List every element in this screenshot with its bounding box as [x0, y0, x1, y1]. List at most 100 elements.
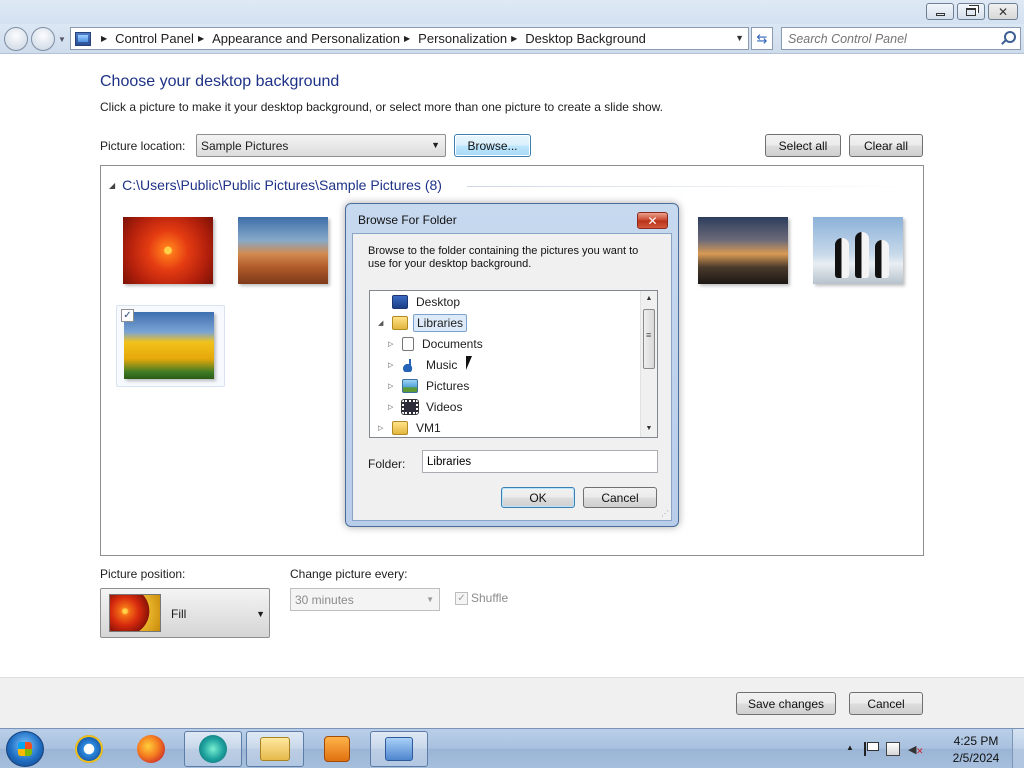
picture-checkbox-tulips[interactable]: ✓ [121, 309, 134, 322]
internet-explorer-icon [75, 735, 103, 763]
picture-position-dropdown[interactable]: Fill ▼ [100, 588, 270, 638]
folder-tree[interactable]: Desktop ◢ Libraries ▷ Documents ▷ Music … [369, 290, 658, 438]
folder-label: Folder: [368, 457, 406, 471]
tree-expand-icon[interactable]: ▷ [388, 403, 398, 411]
tree-expand-icon[interactable]: ▷ [388, 361, 398, 369]
clear-all-button[interactable]: Clear all [849, 134, 923, 157]
dropdown-arrow-icon: ▼ [431, 140, 440, 150]
control-panel-icon [75, 31, 91, 46]
picture-group-header[interactable]: ◢ C:\Users\Public\Public Pictures\Sample… [109, 177, 442, 193]
start-button[interactable] [6, 731, 44, 767]
tree-item-pictures[interactable]: ▷ Pictures [388, 376, 472, 396]
picture-position-label: Picture position: [100, 567, 186, 581]
tree-expand-icon[interactable]: ▷ [378, 424, 388, 432]
taskbar-firefox[interactable] [122, 731, 180, 767]
breadcrumb-separator-icon[interactable]: ▶ [404, 34, 410, 43]
clock-time[interactable]: 4:25 PM [944, 734, 1008, 748]
restore-button[interactable] [957, 3, 985, 20]
back-button[interactable] [4, 27, 28, 51]
change-picture-interval-dropdown[interactable]: 30 minutes ▼ [290, 588, 440, 611]
picture-thumbnail-desert[interactable] [238, 217, 328, 284]
tree-item-documents[interactable]: ▷ Documents [388, 334, 486, 354]
tree-item-music[interactable]: ▷ Music [388, 355, 460, 375]
show-hidden-icons-icon[interactable]: ▲ [846, 743, 854, 752]
tree-expand-icon[interactable]: ▷ [388, 340, 398, 348]
libraries-folder-icon [392, 316, 408, 330]
taskbar-app[interactable] [184, 731, 242, 767]
tree-item-vm1[interactable]: ▷ VM1 [378, 418, 444, 437]
address-history-dropdown-icon[interactable]: ▼ [735, 33, 744, 43]
folder-icon [260, 737, 290, 761]
save-changes-button[interactable]: Save changes [736, 692, 836, 715]
show-desktop-button[interactable] [1012, 729, 1024, 768]
dialog-cancel-button[interactable]: Cancel [583, 487, 657, 508]
picture-thumbnail-lighthouse[interactable] [698, 217, 788, 284]
restore-icon [966, 7, 976, 16]
cancel-button[interactable]: Cancel [849, 692, 923, 715]
picture-location-dropdown[interactable]: Sample Pictures ▼ [196, 134, 446, 157]
network-icon[interactable] [886, 742, 900, 756]
ok-button[interactable]: OK [501, 487, 575, 508]
scroll-down-arrow-icon[interactable]: ▼ [641, 421, 657, 437]
search-input[interactable] [788, 31, 1002, 46]
picture-thumbnail-chrysanthemum[interactable] [123, 217, 213, 284]
breadcrumb-appearance[interactable]: Appearance and Personalization [212, 31, 400, 46]
minimize-button[interactable] [926, 3, 954, 20]
dialog-title: Browse For Folder [358, 213, 457, 227]
music-note-icon [402, 358, 418, 372]
shuffle-label: Shuffle [471, 591, 509, 605]
breadcrumb-personalization[interactable]: Personalization [418, 31, 507, 46]
taskbar-internet-explorer[interactable] [60, 731, 118, 767]
taskbar-media-player[interactable] [308, 731, 366, 767]
breadcrumb-control-panel[interactable]: Control Panel [115, 31, 194, 46]
refresh-button[interactable]: ⇆ [751, 27, 773, 50]
close-window-button[interactable]: ✕ [988, 3, 1018, 20]
tree-item-desktop[interactable]: Desktop [378, 292, 463, 312]
taskbar-windows-explorer[interactable] [246, 731, 304, 767]
tree-collapse-icon[interactable]: ◢ [378, 319, 388, 327]
picture-group-path: C:\Users\Public\Public Pictures\Sample P… [122, 177, 442, 193]
dialog-close-button[interactable]: ✕ [637, 212, 668, 229]
picture-cell-tulips[interactable]: ✓ [116, 305, 225, 387]
dropdown-arrow-icon: ▼ [256, 609, 265, 619]
tree-item-libraries[interactable]: ◢ Libraries [378, 313, 468, 333]
action-center-flag-icon[interactable] [864, 742, 879, 756]
shuffle-checkbox[interactable]: ✓ [455, 592, 468, 605]
tree-scrollbar[interactable]: ▲ ▼ [640, 291, 657, 437]
picture-thumbnail-penguins[interactable] [813, 217, 903, 284]
interval-value: 30 minutes [295, 592, 354, 607]
pictures-icon [402, 379, 418, 393]
penguin-shape [875, 240, 889, 278]
breadcrumb-separator-icon[interactable]: ▶ [511, 34, 517, 43]
address-bar[interactable]: ▶ Control Panel ▶ Appearance and Persona… [70, 27, 749, 50]
resize-grip-icon[interactable]: ⋰ [661, 509, 669, 518]
tree-item-label: Libraries [413, 314, 468, 332]
taskbar: ▲ 4:25 PM 2/5/2024 [0, 728, 1024, 768]
scroll-up-arrow-icon[interactable]: ▲ [641, 291, 657, 307]
picture-location-value: Sample Pictures [201, 138, 289, 153]
breadcrumb-separator-icon[interactable]: ▶ [101, 34, 107, 43]
change-picture-label: Change picture every: [290, 567, 408, 581]
window-titlebar: ✕ [0, 0, 1024, 24]
group-divider [467, 186, 917, 187]
search-box[interactable] [781, 27, 1021, 50]
browse-button[interactable]: Browse... [454, 134, 531, 157]
breadcrumb-separator-icon[interactable]: ▶ [198, 34, 204, 43]
taskbar-control-panel[interactable] [370, 731, 428, 767]
volume-muted-icon[interactable] [908, 742, 924, 757]
select-all-button[interactable]: Select all [765, 134, 841, 157]
scrollbar-thumb[interactable] [643, 309, 655, 369]
clock-date[interactable]: 2/5/2024 [944, 751, 1008, 765]
refresh-icon: ⇆ [756, 30, 768, 46]
collapse-triangle-icon[interactable]: ◢ [109, 181, 115, 190]
picture-thumbnail-tulips[interactable] [124, 312, 214, 379]
tree-item-videos[interactable]: ▷ Videos [388, 397, 465, 417]
breadcrumb-desktop-background[interactable]: Desktop Background [525, 31, 646, 46]
folder-name-field[interactable] [422, 450, 658, 473]
forward-button[interactable] [31, 27, 55, 51]
tree-item-label: Pictures [426, 379, 470, 393]
mouse-cursor [466, 356, 472, 370]
tree-expand-icon[interactable]: ▷ [388, 382, 398, 390]
recent-pages-dropdown-icon[interactable]: ▼ [58, 35, 66, 44]
search-icon[interactable] [1004, 31, 1016, 43]
